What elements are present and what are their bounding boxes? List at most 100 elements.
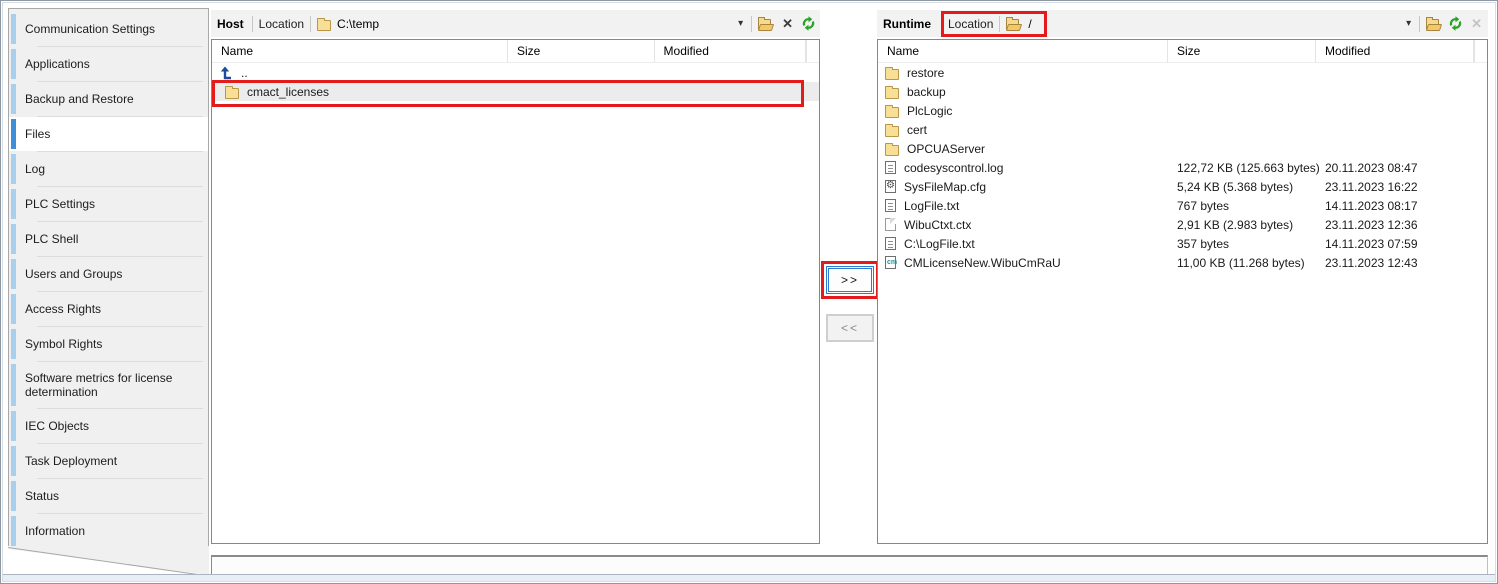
copy-to-runtime-button[interactable]: >> bbox=[826, 266, 874, 294]
runtime-column-modified[interactable]: Modified bbox=[1316, 40, 1474, 62]
runtime-row-opcuaserver[interactable]: OPCUAServer bbox=[878, 139, 1487, 158]
sidebar-item-files[interactable]: Files bbox=[9, 117, 208, 151]
sidebar-item-log[interactable]: Log bbox=[9, 152, 208, 186]
runtime-row-cert[interactable]: cert bbox=[878, 120, 1487, 139]
runtime-toolbar: Runtime Location / ▾ ✕ bbox=[877, 10, 1488, 37]
device-editor-tab-list: Communication Settings Applications Back… bbox=[8, 8, 209, 546]
file-name: WibuCtxt.ctx bbox=[904, 218, 971, 232]
runtime-path-value[interactable]: / bbox=[1028, 17, 1031, 31]
runtime-row-restore[interactable]: restore bbox=[878, 63, 1487, 82]
sidebar-item-iec-objects[interactable]: IEC Objects bbox=[9, 409, 208, 443]
sidebar-item-information[interactable]: Information bbox=[9, 514, 208, 548]
runtime-new-folder-icon[interactable] bbox=[1426, 19, 1442, 31]
host-path-dropdown-icon[interactable]: ▾ bbox=[736, 18, 745, 29]
host-header-end bbox=[807, 40, 819, 62]
runtime-row-wibuctxt-ctx[interactable]: WibuCtxt.ctx 2,91 KB (2.983 bytes) 23.11… bbox=[878, 215, 1487, 234]
toolbar-divider bbox=[310, 16, 311, 32]
sidebar-item-users-and-groups[interactable]: Users and Groups bbox=[9, 257, 208, 291]
runtime-row-sysfilemap-cfg[interactable]: SysFileMap.cfg 5,24 KB (5.368 bytes) 23.… bbox=[878, 177, 1487, 196]
runtime-path-folder-icon bbox=[1006, 19, 1022, 31]
sidebar-item-plc-shell[interactable]: PLC Shell bbox=[9, 222, 208, 256]
window-bottom-band bbox=[3, 574, 1495, 581]
runtime-location-annotation-box: Location / bbox=[941, 11, 1047, 37]
host-refresh-icon[interactable] bbox=[801, 16, 816, 31]
toolbar-divider bbox=[751, 16, 752, 32]
file-name: cmact_licenses bbox=[247, 85, 329, 99]
up-arrow-icon bbox=[219, 66, 233, 80]
sidebar-item-label: Users and Groups bbox=[21, 267, 122, 281]
host-path-value[interactable]: C:\temp bbox=[337, 17, 379, 31]
runtime-column-name[interactable]: Name bbox=[878, 40, 1168, 62]
host-pane-title: Host bbox=[215, 17, 246, 31]
file-name: PlcLogic bbox=[907, 104, 952, 118]
file-size: 2,91 KB (2.983 bytes) bbox=[1168, 218, 1316, 232]
runtime-file-list: Name Size Modified restore backup PlcLog… bbox=[877, 39, 1488, 544]
sidebar-item-plc-settings[interactable]: PLC Settings bbox=[9, 187, 208, 221]
file-name: CMLicenseNew.WibuCmRaU bbox=[904, 256, 1061, 270]
folder-icon bbox=[885, 145, 899, 156]
file-name: cert bbox=[907, 123, 927, 137]
host-row-parent-dir[interactable]: .. bbox=[212, 63, 819, 82]
window-inner-border: Communication Settings Applications Back… bbox=[2, 2, 1496, 582]
host-location-label: Location bbox=[259, 17, 304, 31]
host-toolbar: Host Location C:\temp ▾ ✕ bbox=[211, 10, 820, 37]
folder-icon bbox=[885, 88, 899, 99]
runtime-header-end bbox=[1475, 40, 1487, 62]
host-column-size[interactable]: Size bbox=[508, 40, 655, 62]
sidebar-item-label: Log bbox=[21, 162, 45, 176]
runtime-row-cmlicensenew-wibucmrau[interactable]: CMLicenseNew.WibuCmRaU 11,00 KB (11.268 … bbox=[878, 253, 1487, 272]
copy-to-runtime-annotation-box: >> bbox=[821, 261, 879, 299]
file-name: .. bbox=[241, 66, 248, 80]
runtime-row-logfile-txt[interactable]: LogFile.txt 767 bytes 14.11.2023 08:17 bbox=[878, 196, 1487, 215]
sidebar-item-label: Access Rights bbox=[21, 302, 101, 316]
sidebar-item-label: Software metrics for license determinati… bbox=[21, 371, 181, 399]
host-column-modified[interactable]: Modified bbox=[655, 40, 807, 62]
plain-file-icon bbox=[885, 218, 896, 231]
sidebar-item-label: Files bbox=[21, 127, 50, 141]
host-path-folder-icon bbox=[317, 20, 331, 31]
toolbar-divider bbox=[252, 16, 253, 32]
host-file-list: Name Size Modified .. cmact_ bbox=[211, 39, 820, 544]
file-size: 122,72 KB (125.663 bytes) bbox=[1168, 161, 1316, 175]
sidebar-item-software-metrics[interactable]: Software metrics for license determinati… bbox=[9, 362, 208, 408]
file-modified: 14.11.2023 08:17 bbox=[1316, 199, 1474, 213]
sidebar-item-backup-and-restore[interactable]: Backup and Restore bbox=[9, 82, 208, 116]
runtime-column-size[interactable]: Size bbox=[1168, 40, 1316, 62]
sidebar-item-access-rights[interactable]: Access Rights bbox=[9, 292, 208, 326]
folder-icon bbox=[225, 88, 239, 99]
runtime-path-dropdown-icon[interactable]: ▾ bbox=[1404, 18, 1413, 29]
host-list-header: Name Size Modified bbox=[212, 40, 819, 63]
runtime-row-plclogic[interactable]: PlcLogic bbox=[878, 101, 1487, 120]
sidebar-item-label: Information bbox=[21, 524, 85, 538]
sidebar-item-label: Status bbox=[21, 489, 59, 503]
file-name: restore bbox=[907, 66, 944, 80]
sidebar-item-symbol-rights[interactable]: Symbol Rights bbox=[9, 327, 208, 361]
sidebar-item-task-deployment[interactable]: Task Deployment bbox=[9, 444, 208, 478]
host-delete-icon[interactable]: ✕ bbox=[780, 16, 795, 32]
wibu-license-file-icon bbox=[885, 256, 896, 269]
file-name: C:\LogFile.txt bbox=[904, 237, 975, 251]
transfer-status-bar bbox=[211, 555, 1488, 575]
runtime-list-header: Name Size Modified bbox=[878, 40, 1487, 63]
file-size: 11,00 KB (11.268 bytes) bbox=[1168, 256, 1316, 270]
sidebar-item-status[interactable]: Status bbox=[9, 479, 208, 513]
runtime-row-codesyscontrol-log[interactable]: codesyscontrol.log 122,72 KB (125.663 by… bbox=[878, 158, 1487, 177]
sidebar-item-label: Task Deployment bbox=[21, 454, 117, 468]
sidebar-item-label: Communication Settings bbox=[21, 22, 155, 36]
log-file-icon bbox=[885, 237, 896, 250]
host-column-name[interactable]: Name bbox=[212, 40, 508, 62]
runtime-refresh-icon[interactable] bbox=[1448, 16, 1463, 31]
runtime-row-backup[interactable]: backup bbox=[878, 82, 1487, 101]
copy-to-host-button[interactable]: << bbox=[826, 314, 874, 342]
sidebar-item-communication-settings[interactable]: Communication Settings bbox=[9, 12, 208, 46]
sidebar-item-label: Symbol Rights bbox=[21, 337, 102, 351]
host-new-folder-icon[interactable] bbox=[758, 19, 774, 31]
host-row-cmact-licenses[interactable]: cmact_licenses bbox=[212, 82, 819, 101]
file-size: 357 bytes bbox=[1168, 237, 1316, 251]
log-file-icon bbox=[885, 199, 896, 212]
sidebar-item-label: IEC Objects bbox=[21, 419, 89, 433]
folder-icon bbox=[885, 126, 899, 137]
runtime-row-c-logfile-txt[interactable]: C:\LogFile.txt 357 bytes 14.11.2023 07:5… bbox=[878, 234, 1487, 253]
sidebar-item-applications[interactable]: Applications bbox=[9, 47, 208, 81]
file-modified: 20.11.2023 08:47 bbox=[1316, 161, 1474, 175]
